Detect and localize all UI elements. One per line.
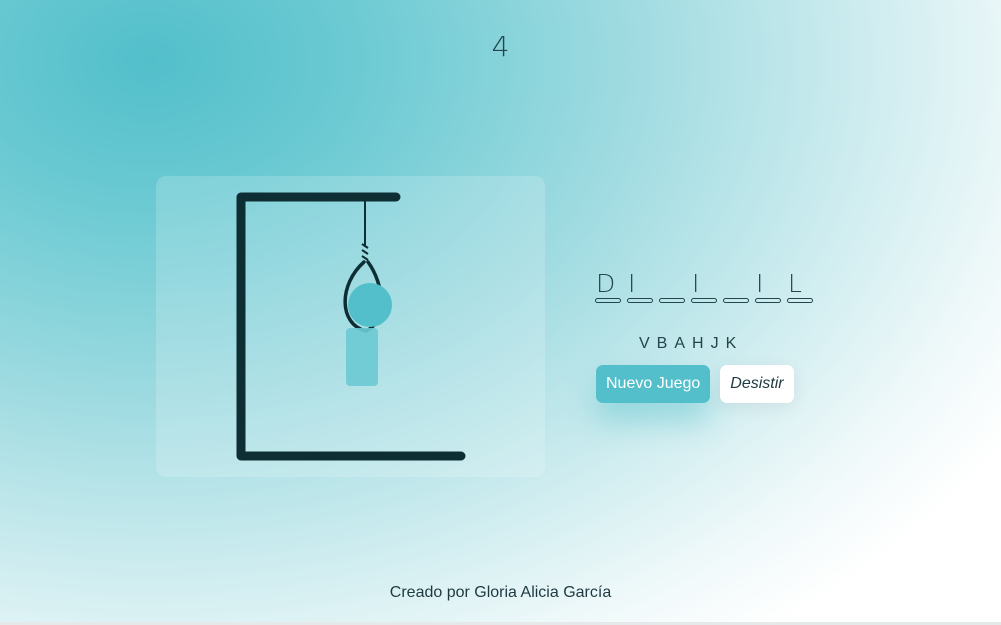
hangman-drawing — [236, 192, 466, 461]
letter-slot: D — [595, 270, 621, 303]
new-game-button[interactable]: Nuevo Juego — [596, 365, 711, 403]
used-letter: H — [692, 335, 704, 352]
used-letter: K — [725, 335, 737, 352]
attempts-counter: 4 — [491, 30, 510, 63]
hangman-board — [156, 176, 545, 477]
used-letters: V B A H J K — [639, 335, 736, 353]
letter-slot: L — [787, 270, 813, 303]
used-letter: V — [639, 335, 650, 352]
letter-slot: I — [755, 270, 781, 303]
letter-slot — [659, 270, 685, 303]
letter-slot: I — [691, 270, 717, 303]
footer-credit: Creado por Gloria Alicia García — [389, 584, 612, 601]
used-letter: A — [674, 335, 686, 352]
letter-slot — [723, 270, 749, 303]
give-up-button[interactable]: Desistir — [720, 365, 794, 403]
action-buttons: Nuevo Juego Desistir — [596, 365, 794, 403]
letter-slot: I — [627, 270, 653, 303]
hangman-head — [348, 283, 392, 327]
hangman-body — [346, 328, 378, 386]
rope-knot — [361, 243, 369, 261]
word-display: D I I I L — [595, 270, 813, 303]
gallows — [236, 192, 466, 461]
used-letter: B — [656, 335, 668, 352]
used-letter: J — [710, 335, 719, 352]
